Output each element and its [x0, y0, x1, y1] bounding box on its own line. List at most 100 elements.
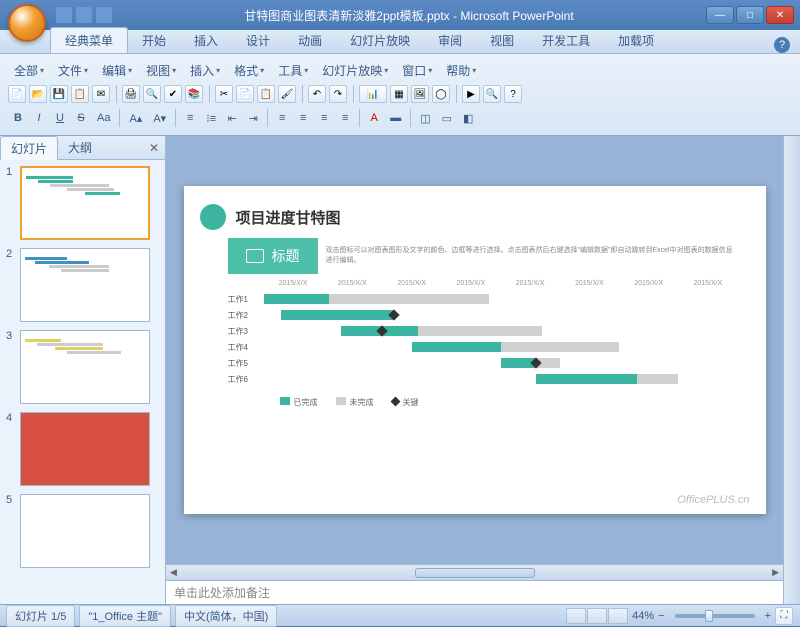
- indent-icon[interactable]: ⇥: [243, 108, 263, 128]
- slide[interactable]: 项目进度甘特图 标题 双击图标可以对图表图形及文字的颜色、边框等进行选择。点击图…: [184, 186, 766, 514]
- format-painter-icon[interactable]: 🖌: [278, 85, 296, 103]
- grow-font-icon[interactable]: A▴: [124, 108, 147, 128]
- thumb-number: 3: [6, 330, 16, 404]
- tab-insert[interactable]: 插入: [180, 28, 232, 53]
- title-box[interactable]: 标题: [228, 238, 318, 274]
- zoom-icon[interactable]: 🔍: [483, 85, 501, 103]
- outdent-icon[interactable]: ⇤: [222, 108, 242, 128]
- justify-icon[interactable]: ≡: [335, 108, 355, 128]
- view-slideshow-icon[interactable]: [608, 608, 628, 624]
- new-slide-icon[interactable]: ◫: [415, 108, 435, 128]
- fit-window-icon[interactable]: ⛶: [775, 607, 793, 625]
- italic-button[interactable]: I: [29, 108, 49, 128]
- tab-developer[interactable]: 开发工具: [528, 28, 604, 53]
- gantt-chart[interactable]: 2015/X/X 2015/X/X 2015/X/X 2015/X/X 2015…: [228, 280, 738, 408]
- menu-insert[interactable]: 插入▾: [184, 60, 226, 81]
- qat-save-icon[interactable]: [56, 7, 72, 23]
- tab-home[interactable]: 开始: [128, 28, 180, 53]
- menu-file[interactable]: 文件▾: [52, 60, 94, 81]
- menu-view[interactable]: 视图▾: [140, 60, 182, 81]
- slideshow-icon[interactable]: ▶: [462, 85, 480, 103]
- menu-window[interactable]: 窗口▾: [396, 60, 438, 81]
- print-icon[interactable]: 🖨: [122, 85, 140, 103]
- strike-button[interactable]: S: [71, 108, 91, 128]
- layout-icon[interactable]: ▭: [437, 108, 457, 128]
- menu-format[interactable]: 格式▾: [228, 60, 270, 81]
- view-sorter-icon[interactable]: [587, 608, 607, 624]
- menu-help[interactable]: 帮助▾: [440, 60, 482, 81]
- numbering-icon[interactable]: ⁝≡: [201, 108, 221, 128]
- qat-undo-icon[interactable]: [76, 7, 92, 23]
- zoom-value[interactable]: 44%: [632, 610, 654, 622]
- align-right-icon[interactable]: ≡: [314, 108, 334, 128]
- notes-pane[interactable]: 单击此处添加备注: [166, 580, 783, 604]
- shrink-font-icon[interactable]: A▾: [148, 108, 171, 128]
- thumbnail-2[interactable]: [20, 248, 150, 322]
- maximize-button[interactable]: □: [736, 6, 764, 24]
- thumbnail-list: 1 2: [0, 160, 165, 604]
- outline-tab-outline[interactable]: 大纲: [58, 136, 102, 159]
- tab-review[interactable]: 审阅: [424, 28, 476, 53]
- qat-redo-icon[interactable]: [96, 7, 112, 23]
- underline-button[interactable]: U: [50, 108, 70, 128]
- new-icon[interactable]: 📄: [8, 85, 26, 103]
- shapes-icon[interactable]: ◯: [432, 85, 450, 103]
- slide-canvas[interactable]: 项目进度甘特图 标题 双击图标可以对图表图形及文字的颜色、边框等进行选择。点击图…: [166, 136, 783, 564]
- align-left-icon[interactable]: ≡: [272, 108, 292, 128]
- tab-animations[interactable]: 动画: [284, 28, 336, 53]
- thumbnail-3[interactable]: [20, 330, 150, 404]
- saveas-icon[interactable]: 📋: [71, 85, 89, 103]
- menu-tools[interactable]: 工具▾: [272, 60, 314, 81]
- outline-close-icon[interactable]: ✕: [149, 141, 159, 155]
- status-language[interactable]: 中文(简体，中国): [175, 605, 277, 627]
- cut-icon[interactable]: ✂: [215, 85, 233, 103]
- view-normal-icon[interactable]: [566, 608, 586, 624]
- copy-icon[interactable]: 📄: [236, 85, 254, 103]
- spell-icon[interactable]: ✔: [164, 85, 182, 103]
- save-icon[interactable]: 💾: [50, 85, 68, 103]
- tab-classic-menu[interactable]: 经典菜单: [50, 27, 128, 53]
- fontcase-button[interactable]: Aa: [92, 108, 115, 128]
- gantt-bar-done: [412, 342, 501, 352]
- zoom-out-button[interactable]: −: [658, 610, 664, 622]
- vertical-scrollbar[interactable]: [783, 136, 800, 604]
- subtitle-text[interactable]: 双击图标可以对图表图形及文字的颜色、边框等进行选择。点击图表然后右键选择"编辑数…: [326, 246, 738, 266]
- research-icon[interactable]: 📚: [185, 85, 203, 103]
- bold-button[interactable]: B: [8, 108, 28, 128]
- font-color-icon[interactable]: A: [364, 108, 384, 128]
- thumbnail-1[interactable]: [20, 166, 150, 240]
- menu-edit[interactable]: 编辑▾: [96, 60, 138, 81]
- align-center-icon[interactable]: ≡: [293, 108, 313, 128]
- tab-view[interactable]: 视图: [476, 28, 528, 53]
- bullets-icon[interactable]: ≡: [180, 108, 200, 128]
- picture-icon[interactable]: 🖼: [411, 85, 429, 103]
- zoom-in-button[interactable]: +: [765, 610, 771, 622]
- office-button[interactable]: [8, 4, 46, 42]
- outline-tab-slides[interactable]: 幻灯片: [0, 136, 58, 160]
- minimize-button[interactable]: —: [706, 6, 734, 24]
- redo-icon[interactable]: ↷: [329, 85, 347, 103]
- zoom-slider[interactable]: [675, 614, 755, 618]
- menu-slideshow[interactable]: 幻灯片放映▾: [316, 60, 394, 81]
- undo-icon[interactable]: ↶: [308, 85, 326, 103]
- help-icon[interactable]: ?: [774, 37, 790, 53]
- mail-icon[interactable]: ✉: [92, 85, 110, 103]
- close-button[interactable]: ✕: [766, 6, 794, 24]
- preview-icon[interactable]: 🔍: [143, 85, 161, 103]
- status-slide-counter: 幻灯片 1/5: [6, 605, 75, 627]
- thumbnail-5[interactable]: [20, 494, 150, 568]
- horizontal-scrollbar[interactable]: ◀ ▶: [166, 564, 783, 580]
- menu-all[interactable]: 全部▾: [8, 60, 50, 81]
- design-icon[interactable]: ◧: [458, 108, 478, 128]
- tab-slideshow[interactable]: 幻灯片放映: [336, 28, 424, 53]
- tab-design[interactable]: 设计: [232, 28, 284, 53]
- slide-title[interactable]: 项目进度甘特图: [236, 207, 341, 228]
- chart-icon[interactable]: 📊: [359, 85, 387, 103]
- open-icon[interactable]: 📂: [29, 85, 47, 103]
- help-tb-icon[interactable]: ?: [504, 85, 522, 103]
- tab-addins[interactable]: 加载项: [604, 28, 668, 53]
- paste-icon[interactable]: 📋: [257, 85, 275, 103]
- thumbnail-4[interactable]: [20, 412, 150, 486]
- highlight-icon[interactable]: ▬: [385, 108, 406, 128]
- table-icon[interactable]: ▦: [390, 85, 408, 103]
